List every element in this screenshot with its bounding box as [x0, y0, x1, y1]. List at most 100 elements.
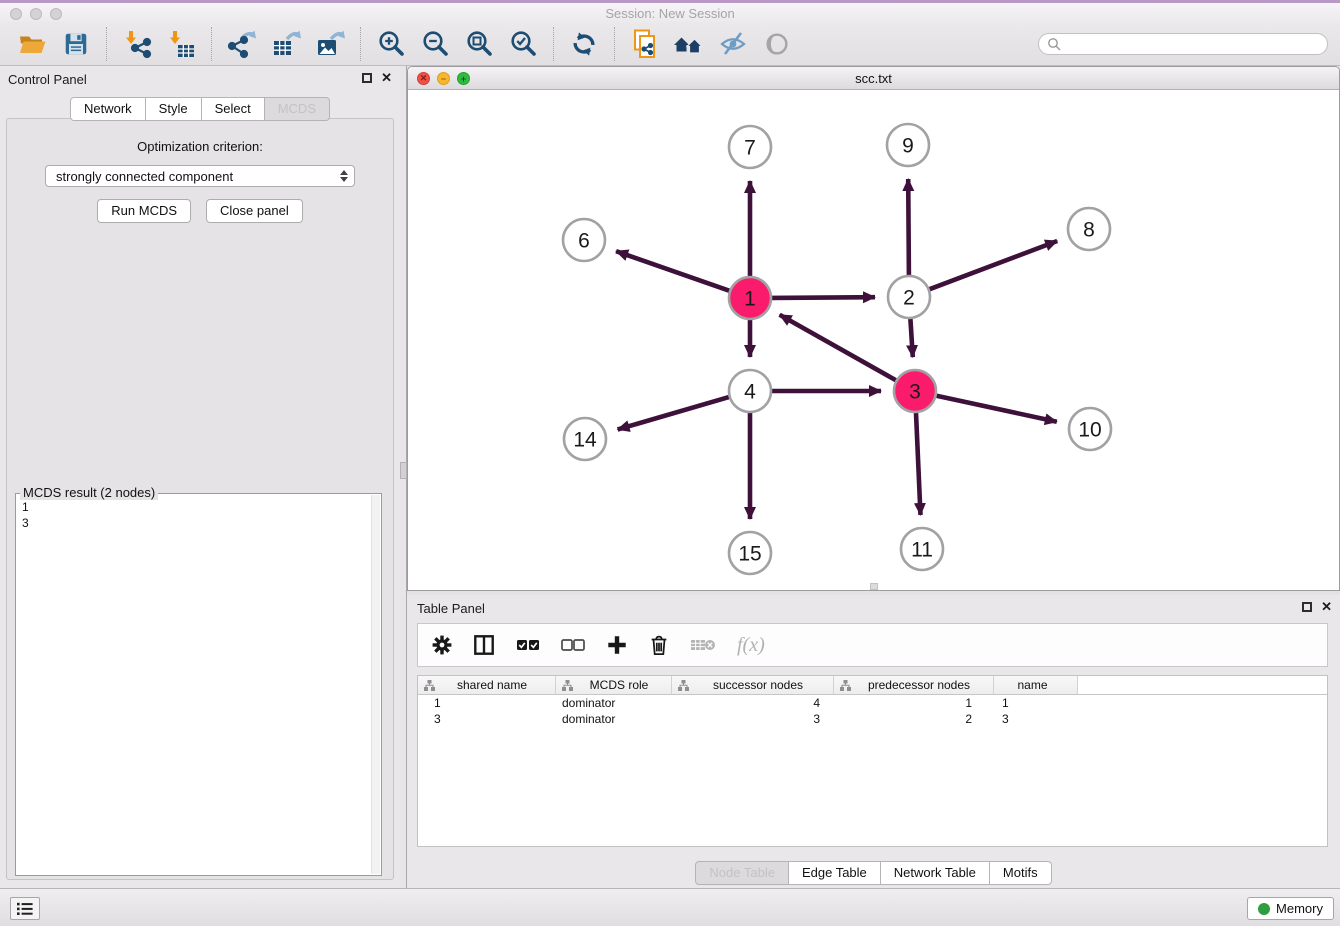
tab-select[interactable]: Select: [202, 97, 265, 121]
node-table: shared nameMCDS rolesuccessor nodesprede…: [417, 675, 1328, 847]
close-panel-button[interactable]: Close panel: [206, 199, 303, 223]
network-window-titlebar[interactable]: ✕ − + scc.txt: [408, 67, 1339, 90]
panel-splitter[interactable]: [400, 66, 407, 888]
zoom-selected-button[interactable]: [506, 26, 540, 62]
graph-node-7[interactable]: 7: [729, 126, 771, 168]
delete-table-button[interactable]: [690, 630, 716, 660]
export-network-button[interactable]: [225, 26, 259, 62]
graph-node-9[interactable]: 9: [887, 124, 929, 166]
control-panel-close-icon[interactable]: ✕: [381, 72, 392, 84]
tab-network[interactable]: Network: [70, 97, 146, 121]
svg-text:4: 4: [744, 381, 756, 404]
import-network-button[interactable]: [120, 26, 154, 62]
search-icon: [1047, 37, 1061, 51]
open-session-button[interactable]: [15, 26, 49, 62]
task-history-button[interactable]: [10, 897, 40, 920]
export-image-icon: [315, 29, 345, 59]
graph-edge-3-1[interactable]: [780, 315, 896, 381]
column-header-shared-name[interactable]: shared name: [418, 676, 556, 694]
graph-node-3[interactable]: 3: [894, 370, 936, 412]
run-mcds-button[interactable]: Run MCDS: [97, 199, 191, 223]
table-panel-float-icon[interactable]: [1302, 602, 1312, 612]
network-resize-grip[interactable]: [870, 583, 878, 590]
column-header-filler: [1078, 676, 1327, 694]
table-settings-button[interactable]: [432, 630, 452, 660]
search-input[interactable]: [1061, 37, 1319, 51]
svg-text:1: 1: [744, 288, 756, 311]
network-overview-button[interactable]: [628, 26, 662, 62]
import-network-icon: [122, 29, 152, 59]
graph-edge-1-6[interactable]: [616, 251, 729, 291]
graph-edge-1-2[interactable]: [772, 297, 875, 298]
graph-edge-2-9[interactable]: [908, 179, 909, 275]
graph-edge-2-8[interactable]: [930, 241, 1058, 289]
graph-node-8[interactable]: 8: [1068, 208, 1110, 250]
gear-icon: [432, 635, 452, 655]
graph-node-2[interactable]: 2: [888, 276, 930, 318]
deselect-all-button[interactable]: [561, 630, 585, 660]
toolbar-separator: [614, 27, 615, 61]
graph-node-6[interactable]: 6: [563, 219, 605, 261]
open-folder-icon: [17, 29, 47, 59]
svg-text:3: 3: [909, 381, 921, 404]
column-header-successor-nodes[interactable]: successor nodes: [672, 676, 834, 694]
graph-node-14[interactable]: 14: [564, 418, 606, 460]
graph-edge-2-3[interactable]: [910, 319, 912, 357]
control-panel-tabs: NetworkStyleSelectMCDS: [0, 97, 400, 121]
splitter-grip[interactable]: [400, 462, 407, 479]
table-panel-tabs: Node TableEdge TableNetwork TableMotifs: [407, 861, 1340, 885]
graph-edge-4-14[interactable]: [618, 397, 729, 429]
zoom-out-button[interactable]: [418, 26, 452, 62]
table-cell: dominator: [556, 711, 672, 727]
graph-node-4[interactable]: 4: [729, 370, 771, 412]
table-cell: 3: [994, 711, 1078, 727]
zoom-in-icon: [376, 29, 406, 59]
eye-disabled-icon: [763, 30, 791, 58]
apply-function-button[interactable]: f(x): [737, 630, 765, 660]
graph-edge-3-10[interactable]: [937, 396, 1057, 422]
save-session-button[interactable]: [59, 26, 93, 62]
column-header-predecessor-nodes[interactable]: predecessor nodes: [834, 676, 994, 694]
select-all-button[interactable]: [516, 630, 540, 660]
tab-edge-table[interactable]: Edge Table: [789, 861, 881, 885]
delete-column-button[interactable]: [649, 630, 669, 660]
zoom-fit-button[interactable]: [462, 26, 496, 62]
tab-mcds[interactable]: MCDS: [265, 97, 330, 121]
graph-node-1[interactable]: 1: [729, 277, 771, 319]
double-home-icon: [673, 28, 705, 60]
import-table-button[interactable]: [164, 26, 198, 62]
graph-node-10[interactable]: 10: [1069, 408, 1111, 450]
table-row[interactable]: 3dominator323: [418, 711, 1327, 727]
graph-node-11[interactable]: 11: [901, 528, 943, 570]
add-column-button[interactable]: [606, 630, 628, 660]
home-view-button[interactable]: [672, 26, 706, 62]
search-box[interactable]: [1038, 33, 1328, 55]
apply-layout-button[interactable]: [567, 26, 601, 62]
table-panel-close-icon[interactable]: ✕: [1321, 601, 1332, 613]
graph-edge-3-11[interactable]: [916, 413, 921, 515]
svg-text:10: 10: [1078, 419, 1101, 442]
tab-style[interactable]: Style: [146, 97, 202, 121]
column-visibility-button[interactable]: [473, 630, 495, 660]
column-header-MCDS-role[interactable]: MCDS role: [556, 676, 672, 694]
export-image-button[interactable]: [313, 26, 347, 62]
eye-slash-icon: [718, 29, 748, 59]
column-header-name[interactable]: name: [994, 676, 1078, 694]
network-canvas[interactable]: 7 9 6 8 1 2 4 3 14 10 15 11: [408, 90, 1339, 590]
tab-motifs[interactable]: Motifs: [990, 861, 1052, 885]
mcds-result-list: 13: [16, 494, 381, 536]
network-graph[interactable]: 7 9 6 8 1 2 4 3 14 10 15 11: [408, 90, 1339, 590]
optimization-criterion-select[interactable]: strongly connected component: [45, 165, 355, 187]
graph-node-15[interactable]: 15: [729, 532, 771, 574]
hide-panels-button[interactable]: [716, 26, 750, 62]
control-panel-float-icon[interactable]: [362, 73, 372, 83]
export-table-button[interactable]: [269, 26, 303, 62]
result-scrollbar[interactable]: [371, 495, 380, 874]
show-panels-button[interactable]: [760, 26, 794, 62]
tab-network-table[interactable]: Network Table: [881, 861, 990, 885]
tab-node-table[interactable]: Node Table: [695, 861, 789, 885]
zoom-in-button[interactable]: [374, 26, 408, 62]
memory-button[interactable]: Memory: [1247, 897, 1334, 920]
trash-icon: [649, 634, 669, 656]
table-row[interactable]: 1dominator411: [418, 695, 1327, 711]
